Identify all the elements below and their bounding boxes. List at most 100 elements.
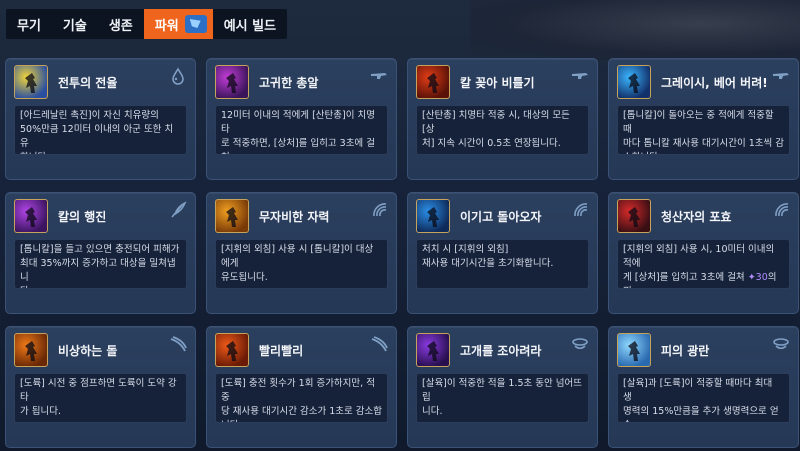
card-title: 피의 광란 [661,344,710,358]
desc-line: [도륙] 충전 횟수가 1회 증가하지만, 적중 [221,378,375,403]
power-card[interactable]: 이기고 돌아오자처치 시 [지휘의 외침] 재사용 대기시간을 초기화합니다. [407,192,598,314]
power-thumbnail-icon [14,333,48,367]
card-header: 칼 꽂아 비틀기 [408,59,597,105]
power-card[interactable]: 고개를 조아려라 [살육]이 적중한 적을 1.5초 동안 넘어뜨립니다. [407,326,598,448]
power-card[interactable]: 칼의 행진 [톱니칼]을 들고 있으면 충전되어 피해가 최대 35%까지 증가하고… [5,192,196,314]
desc-line: 소합니다. [623,152,661,154]
card-description: [지휘의 외침] 사용 시 [톱니칼]이 대상에게유도됩니다. [215,239,388,289]
slash-icon [169,335,187,353]
tab-weapon[interactable]: 무기 [6,9,52,39]
desc-line: 게 [상처]를 입히고 3초에 걸쳐 [623,272,748,283]
character-silhouette-icon [220,204,244,228]
card-title: 칼 꽂아 비틀기 [460,76,535,90]
power-card[interactable]: 무자비한 자력 [지휘의 외침] 사용 시 [톱니칼]이 대상에게 유도됩니다. [206,192,397,314]
power-card[interactable]: 전투의 전율 [아드레날린 촉진]이 자신 치유량의 50%만큼 12미터 이내의 … [5,58,196,180]
card-description: [톱니칼]이 돌아오는 중 적에게 적중할 때마다 톱니칼 재사용 대기시간이 … [617,105,790,155]
power-thumbnail-icon [215,65,249,99]
power-thumbnail-icon [14,65,48,99]
desc-line: [톱니칼]이 돌아오는 중 적에게 적중할 때 [623,110,774,135]
card-header: 비상하는 돌 [6,327,195,373]
card-header: 빨리빨리 [207,327,396,373]
character-silhouette-icon [622,338,646,362]
character-silhouette-icon [421,70,445,94]
card-header: 고귀한 총알 [207,59,396,105]
tab-example-build[interactable]: 예시 빌드 [213,9,287,39]
power-thumbnail-icon [617,199,651,233]
card-description: [도륙] 충전 횟수가 1회 증가하지만, 적중당 재사용 대기시간 감소가 1… [215,373,388,423]
power-card[interactable]: 고귀한 총알 12미터 이내의 적에게 [산탄총]이 치명타 로 적중하면, [상처… [206,58,397,180]
feather-icon [169,201,187,219]
desc-line: [지휘의 외침] 사용 시 [톱니칼]이 대상에게 [221,244,374,269]
card-description: [지휘의 외침] 사용 시, 10미터 이내의 적에 게 [상처]를 입히고 3초… [617,239,790,289]
power-card[interactable]: 비상하는 돌 [도륙] 시전 중 점프하면 도륙이 도약 강타 가 됩니다. [5,326,196,448]
desc-line: 재사용 대기시간을 초기화합니다. [422,258,554,269]
wave-icon [370,201,388,219]
card-title: 전투의 전율 [58,76,118,90]
tab-label: 기술 [62,18,87,34]
tab-skill[interactable]: 기술 [52,9,98,39]
desc-line: 명력의 15%만큼을 추가 생명력으로 얻습 [623,406,779,422]
character-silhouette-icon [421,338,445,362]
desc-line: 마다 톱니칼 재사용 대기시간이 1초씩 감 [623,138,784,149]
card-header: 그레이시, 베어 버려! [609,59,798,105]
wave-icon [571,201,589,219]
desc-line: 니다. [422,406,443,417]
tab-label: 무기 [17,18,41,34]
gun-icon [571,67,589,85]
card-description: [톱니칼]을 들고 있으면 충전되어 피해가 최대 35%까지 증가하고 대상을 … [14,239,187,289]
card-header: 청산자의 포효 [609,193,798,239]
power-card[interactable]: 그레이시, 베어 버려! [톱니칼]이 돌아오는 중 적에게 적중할 때마다 톱니… [608,58,799,180]
desc-line: [살육]이 적중한 적을 1.5초 동안 넘어뜨립 [422,378,582,403]
card-description: [도륙] 시전 중 점프하면 도륙이 도약 강타 가 됩니다. [14,373,187,423]
desc-line: 처] 지속 시간이 0.5초 연장됩니다. [422,138,561,149]
power-thumbnail-icon [617,333,651,367]
character-silhouette-icon [421,204,445,228]
power-card[interactable]: 빨리빨리 [도륙] 충전 횟수가 1회 증가하지만, 적중 당 재사용 대기시간 감… [206,326,397,448]
power-card-grid: 전투의 전율 [아드레날린 촉진]이 자신 치유량의 50%만큼 12미터 이내의 … [5,58,799,448]
desc-line: [아드레날린 촉진] [20,110,92,121]
card-header: 피의 광란 [609,327,798,373]
whirl-icon [571,335,589,353]
desc-line: [살육]과 [도륙]이 적중할 때마다 최대 생 [623,378,773,403]
droplet-icon [169,67,187,85]
card-title: 그레이시, 베어 버려! [661,76,768,90]
desc-line: 처치 시 [지휘의 외침] [422,244,509,255]
tab-power[interactable]: 파워 [143,9,213,39]
power-thumbnail-icon [215,333,249,367]
desc-line: 니다. [221,420,242,422]
tab-label: 예시 빌드 [223,18,277,34]
desc-line: 합니다. [20,152,49,154]
desc-line: [산탄총] 치명타 적중 시, 대상의 모든 [상 [422,110,570,135]
power-thumbnail-icon [215,199,249,233]
power-card[interactable]: 피의 광란 [살육]과 [도륙]이 적중할 때마다 최대 생명력의 15%만큼을 … [608,326,799,448]
card-header: 칼의 행진 [6,193,195,239]
desc-line: 이 자신 치유량의 [91,110,159,121]
gun-icon [772,67,790,85]
character-silhouette-icon [220,70,244,94]
category-tabs: 무기 기술 생존 파워 예시 빌드 [6,9,288,39]
tab-label: 생존 [108,18,133,34]
power-thumbnail-icon [416,65,450,99]
desc-line: 다. [20,286,32,288]
character-silhouette-icon [220,338,244,362]
card-header: 이기고 돌아오자 [408,193,597,239]
gun-icon [370,67,388,85]
desc-line: 로 적중하면, [상처]를 입히고 3초에 걸쳐 [221,138,375,154]
desc-line: 최대 35%까지 증가하고 대상을 밀쳐냅니 [20,258,176,283]
character-silhouette-icon [19,204,43,228]
character-silhouette-icon [19,70,43,94]
card-header: 전투의 전율 [6,59,195,105]
desc-line: 당 재사용 대기시간 감소가 1초로 감소합 [221,406,382,417]
whirl-icon [772,335,790,353]
desc-line: 유도됩니다. [221,272,268,283]
tab-survival[interactable]: 생존 [98,9,144,39]
power-card[interactable]: 칼 꽂아 비틀기 [산탄총] 치명타 적중 시, 대상의 모든 [상처] 지속 시… [407,58,598,180]
card-description: [살육]과 [도륙]이 적중할 때마다 최대 생명력의 15%만큼을 추가 생명… [617,373,790,423]
power-icon [184,15,207,33]
card-title: 칼의 행진 [58,210,107,224]
character-silhouette-icon [19,338,43,362]
power-card[interactable]: 청산자의 포효 [지휘의 외침] 사용 시, 10미터 이내의 적에 게 [상처]를… [608,192,799,314]
card-header: 고개를 조아려라 [408,327,597,373]
power-thumbnail-icon [416,333,450,367]
card-title: 비상하는 돌 [58,344,118,358]
